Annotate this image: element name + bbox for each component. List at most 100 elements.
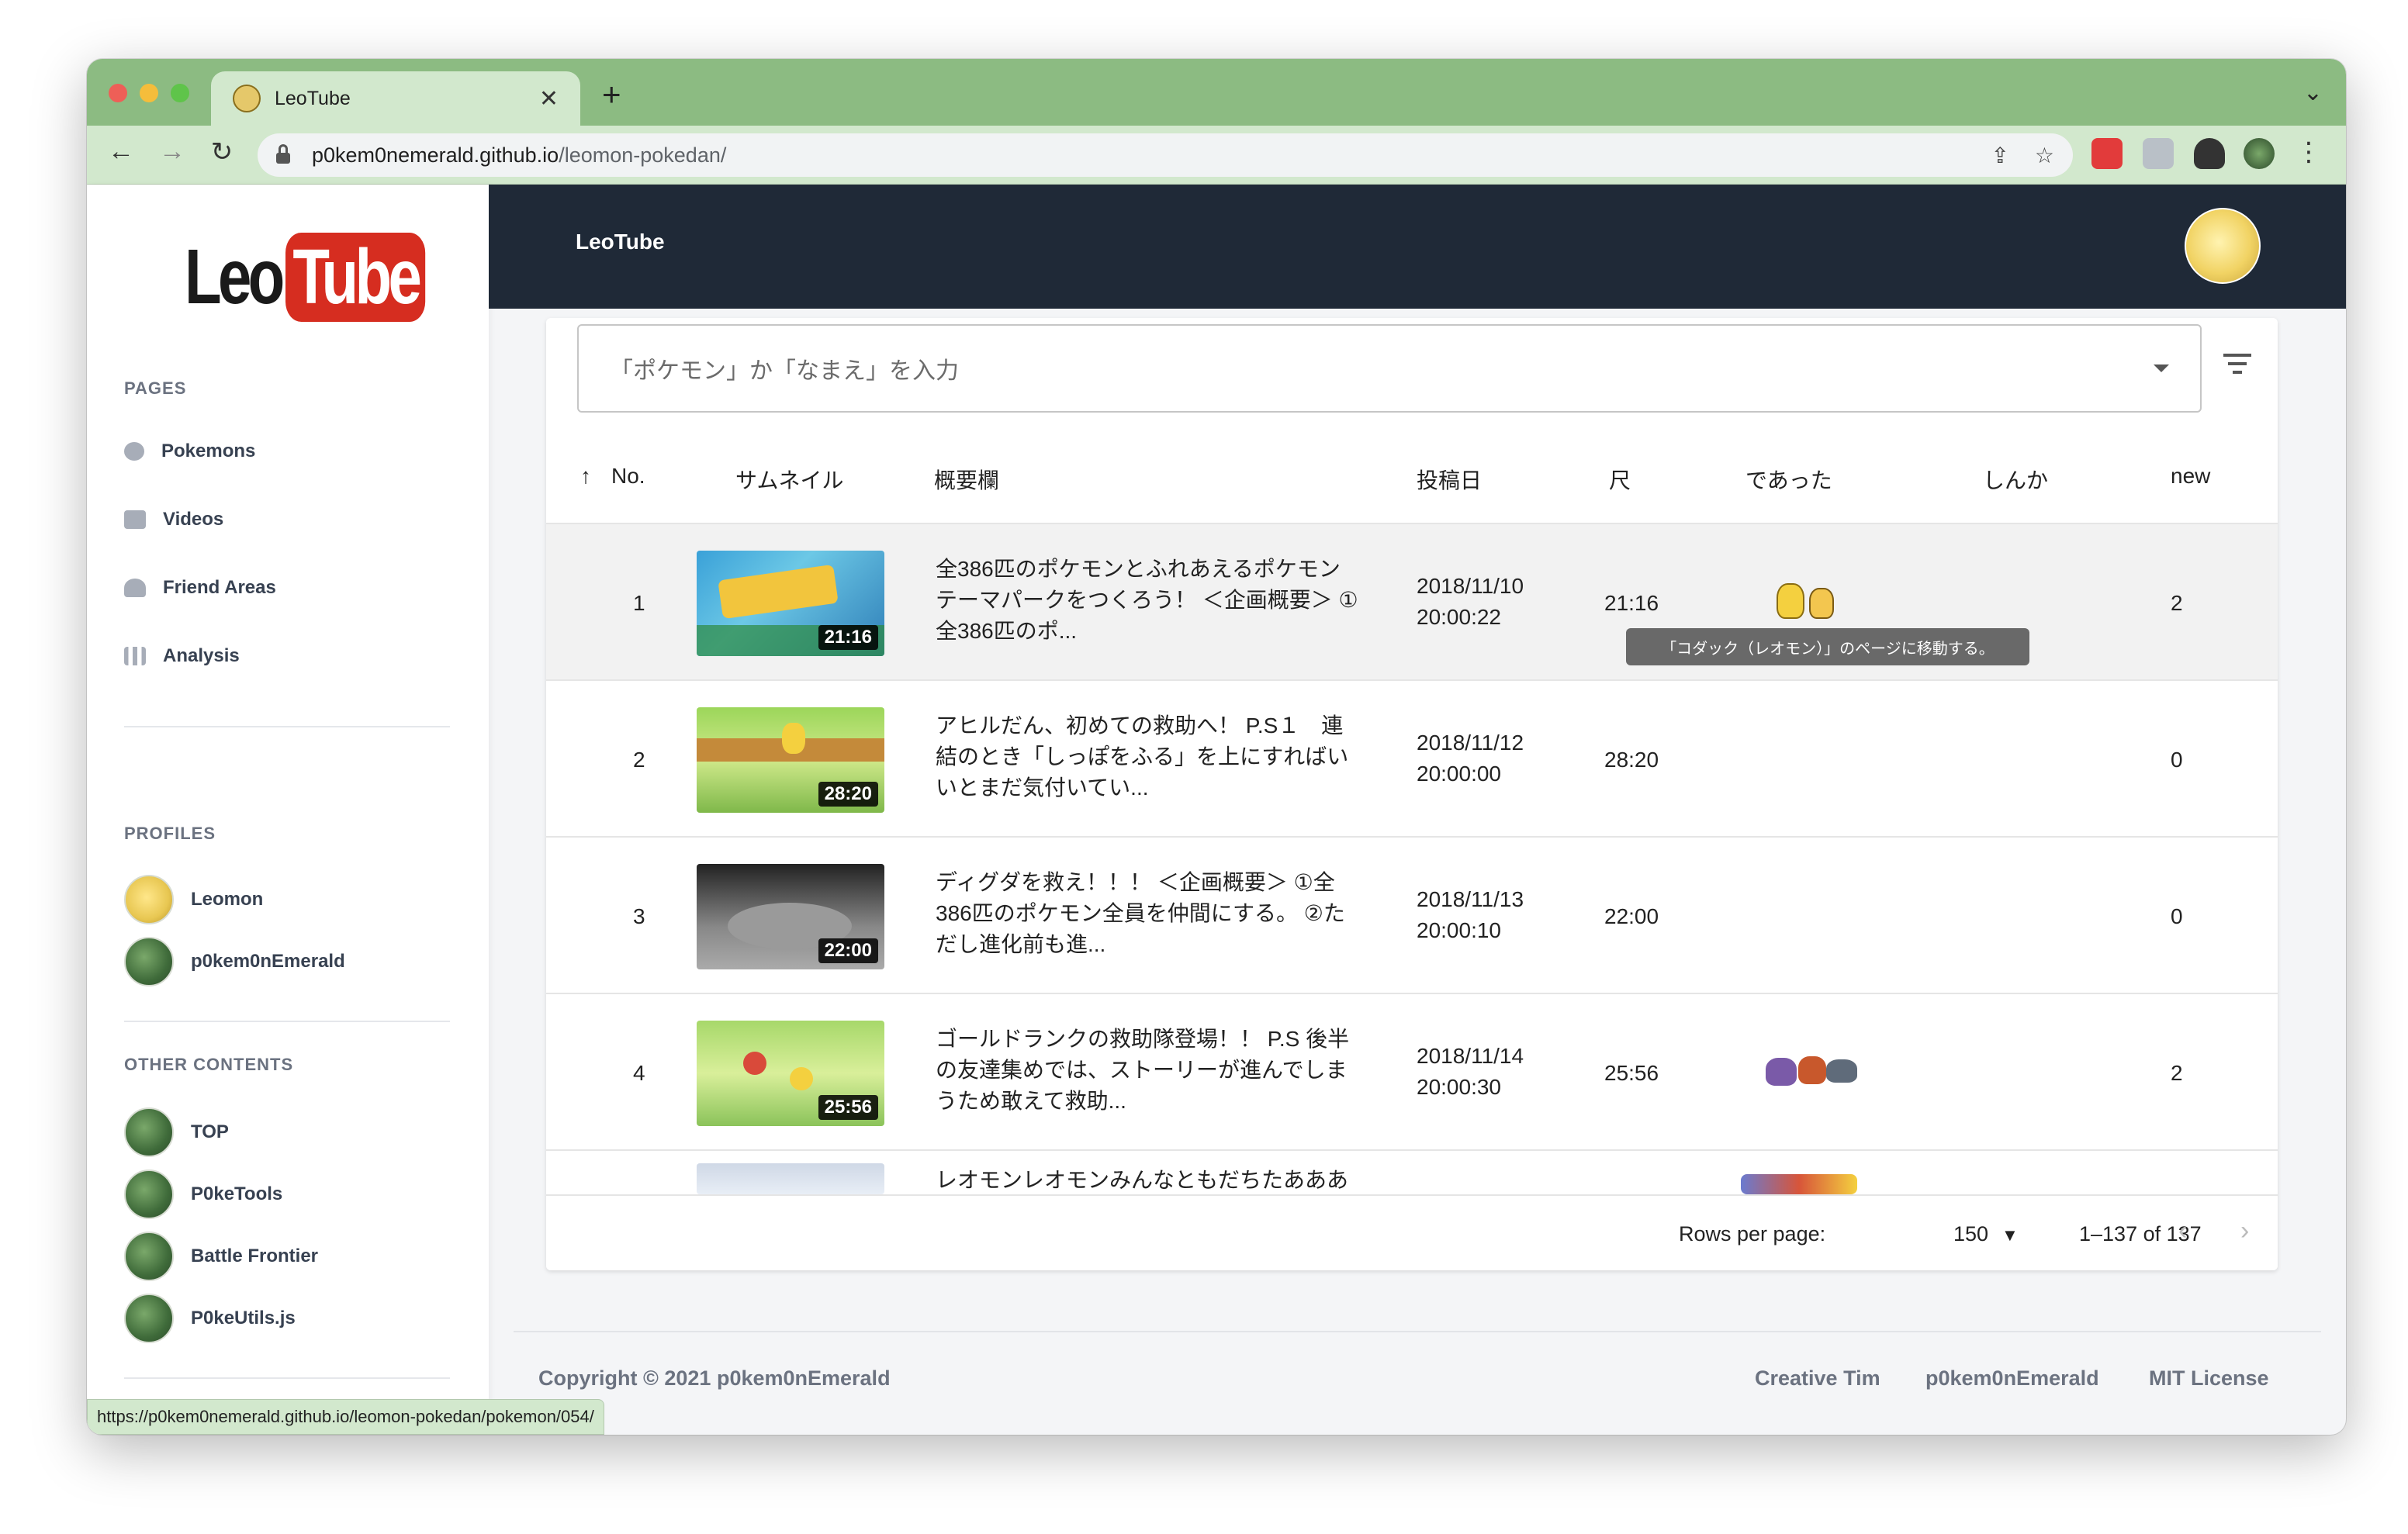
header-title[interactable]: LeoTube bbox=[576, 230, 665, 254]
profile-item-p0kem0nemerald[interactable]: p0kem0nEmerald bbox=[124, 937, 345, 986]
sidebar-item-friend-areas[interactable]: Friend Areas bbox=[124, 577, 276, 599]
url-host: p0kem0nemerald.github.io bbox=[312, 143, 559, 167]
user-avatar[interactable] bbox=[2185, 208, 2261, 284]
filter-icon[interactable] bbox=[2222, 354, 2253, 377]
column-header-date[interactable]: 投稿日 bbox=[1417, 464, 1482, 495]
description-line: いとまだ気付いてい... bbox=[936, 776, 1149, 800]
profile-label: p0kem0nEmerald bbox=[191, 951, 345, 972]
table-row[interactable]: 3 22:00 ディグダを救え！！！ ＜企画概要＞ ①全 386匹のポケモン全員… bbox=[546, 838, 2278, 994]
footer-link-creative-tim[interactable]: Creative Tim bbox=[1755, 1366, 1880, 1391]
video-icon bbox=[124, 510, 146, 529]
sidebar-item-analysis[interactable]: Analysis bbox=[124, 645, 240, 667]
tooltip: 「コダック（レオモン）」のページに移動する。 bbox=[1626, 628, 2029, 665]
description-line: ゴールドランクの救助隊登場！！ P.S 後半 bbox=[936, 1027, 1350, 1051]
other-item-p0ketools[interactable]: P0keTools bbox=[124, 1170, 282, 1219]
footer-link-mit-license[interactable]: MIT License bbox=[2149, 1366, 2269, 1391]
pokemon-sprites[interactable] bbox=[1741, 1174, 1857, 1194]
column-header-description[interactable]: 概要欄 bbox=[934, 464, 999, 495]
reload-icon[interactable]: ↻ bbox=[205, 136, 239, 168]
column-header-no[interactable]: No. bbox=[611, 464, 645, 489]
table-row[interactable]: 4 25:56 ゴールドランクの救助隊登場！！ P.S 後半 の友達集めでは、ス… bbox=[546, 994, 2278, 1151]
video-description[interactable]: アヒルだん、初めての救助へ！ P.S１ 連 結のとき「しっぽをふる」を上にすれば… bbox=[936, 710, 1348, 803]
other-item-top[interactable]: TOP bbox=[124, 1107, 229, 1157]
tab-search-chevron-icon[interactable]: ⌄ bbox=[2303, 79, 2323, 106]
other-item-p0keutils[interactable]: P0keUtils.js bbox=[124, 1294, 296, 1343]
status-bar-url: https://p0kem0nemerald.github.io/leomon-… bbox=[87, 1399, 604, 1435]
video-length: 21:16 bbox=[1604, 591, 1659, 615]
address-bar[interactable]: p0kem0nemerald.github.io /leomon-pokedan… bbox=[258, 133, 2073, 177]
video-description[interactable]: ゴールドランクの救助隊登場！！ P.S 後半 の友達集めでは、ストーリーが進んで… bbox=[936, 1024, 1349, 1117]
video-description[interactable]: レオモンレオモンみんなともだちたあああ bbox=[936, 1165, 1348, 1196]
video-thumbnail[interactable]: 28:20 bbox=[697, 707, 884, 813]
previous-page-icon[interactable]: ‹ bbox=[2178, 1216, 2187, 1246]
close-window-button[interactable] bbox=[109, 84, 127, 102]
pokemon-sprite[interactable] bbox=[1798, 1056, 1826, 1084]
row-number: 3 bbox=[633, 904, 645, 928]
description-line: だし進化前も進... bbox=[936, 932, 1106, 956]
column-header-length[interactable]: 尺 bbox=[1609, 464, 1631, 495]
top-header: LeoTube bbox=[489, 185, 2346, 309]
back-arrow-icon[interactable]: ← bbox=[104, 136, 138, 167]
column-header-new[interactable]: new bbox=[2171, 464, 2210, 489]
time-line: 20:00:22 bbox=[1417, 605, 1501, 629]
column-header-met[interactable]: であった bbox=[1745, 464, 1832, 495]
pokemon-sprite[interactable] bbox=[1766, 1058, 1797, 1086]
profile-item-leomon[interactable]: Leomon bbox=[124, 875, 263, 924]
sidebar-item-label: Analysis bbox=[163, 645, 240, 666]
new-tab-button[interactable]: + bbox=[602, 76, 621, 113]
logo-text-tube: Tube bbox=[285, 233, 426, 322]
tab-close-icon[interactable]: ✕ bbox=[539, 85, 559, 112]
video-thumbnail[interactable]: 25:56 bbox=[697, 1021, 884, 1126]
dropdown-caret-icon[interactable] bbox=[2154, 364, 2169, 372]
footer-link-p0kem0nemerald[interactable]: p0kem0nEmerald bbox=[1925, 1366, 2099, 1391]
next-page-icon[interactable]: › bbox=[2240, 1216, 2249, 1246]
video-thumbnail[interactable]: 22:00 bbox=[697, 864, 884, 969]
videos-table-card: 「ポケモン」か「なまえ」を入力 ↑ No. サムネイル 概要欄 投稿日 尺 であ… bbox=[546, 318, 2278, 1270]
post-date: 2018/11/14 20:00:30 bbox=[1417, 1041, 1524, 1103]
video-description[interactable]: 全386匹のポケモンとふれあえるポケモン テーマパークをつくろう！ ＜企画概要＞… bbox=[936, 554, 1358, 647]
maximize-window-button[interactable] bbox=[171, 84, 189, 102]
table-row[interactable]: 2 28:20 アヒルだん、初めての救助へ！ P.S１ 連 結のとき「しっぽをふ… bbox=[546, 681, 2278, 838]
other-label: P0keUtils.js bbox=[191, 1308, 296, 1328]
avatar bbox=[124, 937, 174, 986]
video-description[interactable]: ディグダを救え！！！ ＜企画概要＞ ①全 386匹のポケモン全員を仲間にする。 … bbox=[936, 867, 1345, 960]
share-icon[interactable]: ⇪ bbox=[1991, 143, 2009, 168]
sidebar-item-label: Friend Areas bbox=[163, 577, 276, 598]
search-select[interactable]: 「ポケモン」か「なまえ」を入力 bbox=[577, 324, 2202, 413]
time-line: 20:00:10 bbox=[1417, 918, 1501, 942]
pokemon-sprite[interactable] bbox=[1826, 1059, 1857, 1083]
tab-title: LeoTube bbox=[275, 87, 351, 109]
new-count: 0 bbox=[2171, 748, 2183, 772]
table-row[interactable]: レオモンレオモンみんなともだちたあああ bbox=[546, 1151, 2278, 1194]
other-item-battle-frontier[interactable]: Battle Frontier bbox=[124, 1232, 318, 1281]
pikachu-sprite[interactable] bbox=[1777, 583, 1804, 619]
leotube-logo[interactable]: Leo Tube bbox=[185, 233, 465, 322]
video-thumbnail[interactable] bbox=[697, 1163, 884, 1194]
more-menu-icon[interactable]: ⋮ bbox=[2292, 136, 2326, 168]
other-label: P0keTools bbox=[191, 1183, 283, 1204]
rows-per-page-select[interactable]: 150 bbox=[1953, 1222, 1988, 1246]
column-header-thumbnail[interactable]: サムネイル bbox=[735, 464, 843, 495]
extension-grid-icon[interactable] bbox=[2143, 138, 2174, 169]
browser-toolbar: ← → ↻ p0kem0nemerald.github.io /leomon-p… bbox=[87, 126, 2346, 185]
duration-badge: 28:20 bbox=[818, 782, 878, 807]
sort-arrow-up-icon[interactable]: ↑ bbox=[580, 464, 591, 489]
post-date: 2018/11/12 20:00:00 bbox=[1417, 727, 1524, 789]
profile-avatar[interactable] bbox=[2244, 138, 2275, 169]
browser-tab[interactable]: LeoTube ✕ bbox=[211, 71, 580, 126]
video-thumbnail[interactable]: 21:16 bbox=[697, 551, 884, 656]
psyduck-sprite[interactable] bbox=[1809, 588, 1834, 619]
rows-per-page-caret-icon[interactable]: ▼ bbox=[2001, 1225, 2019, 1246]
extension-youtube-icon[interactable] bbox=[2091, 138, 2123, 169]
sidebar-item-videos[interactable]: Videos bbox=[124, 509, 223, 530]
date-line: 2018/11/10 bbox=[1417, 574, 1524, 598]
column-header-evolution[interactable]: しんか bbox=[1983, 464, 2048, 495]
sidebar-item-pokemons[interactable]: Pokemons bbox=[124, 441, 255, 462]
other-label: TOP bbox=[191, 1121, 229, 1142]
footer-copyright: Copyright © 2021 p0kem0nEmerald bbox=[538, 1366, 891, 1390]
bookmark-star-icon[interactable]: ☆ bbox=[2035, 143, 2054, 168]
duration-badge: 21:16 bbox=[818, 625, 878, 650]
extensions-puzzle-icon[interactable] bbox=[2194, 138, 2225, 169]
forward-arrow-icon[interactable]: → bbox=[155, 136, 189, 167]
minimize-window-button[interactable] bbox=[140, 84, 158, 102]
